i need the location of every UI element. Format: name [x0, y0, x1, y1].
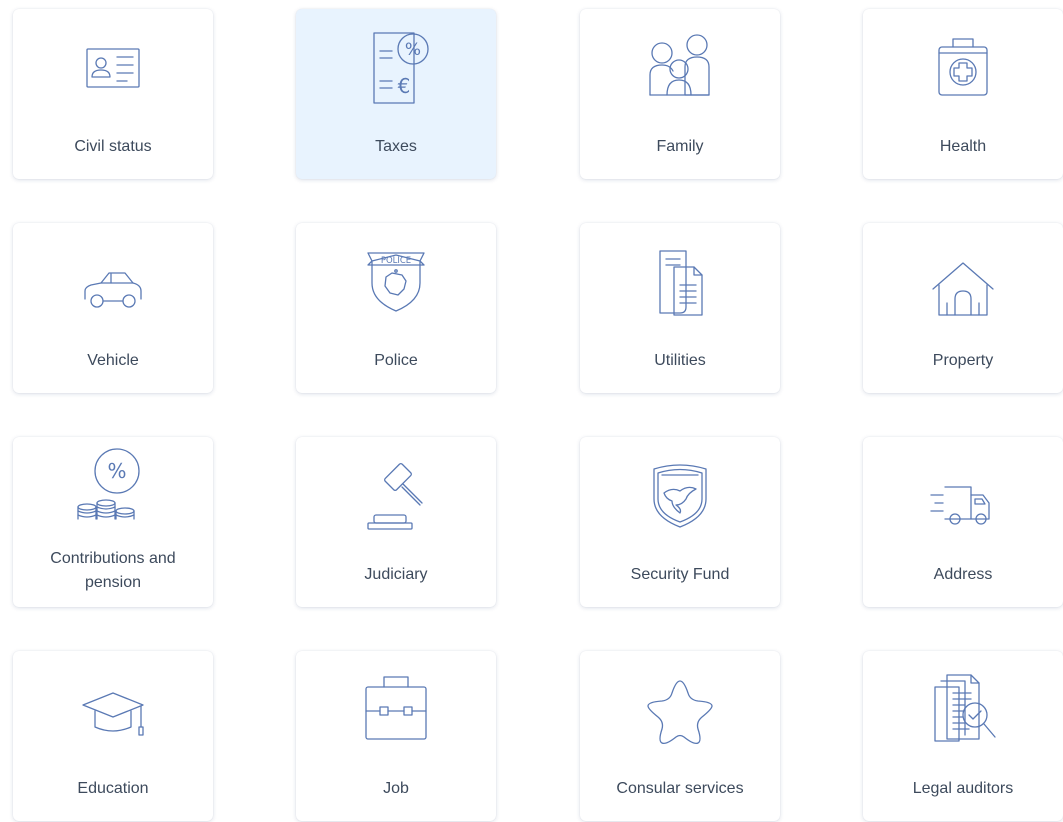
- card-label: Vehicle: [87, 352, 139, 369]
- card-security-fund[interactable]: Security Fund: [580, 437, 780, 607]
- card-label: Security Fund: [630, 566, 730, 583]
- card-legal-auditors[interactable]: Legal auditors: [863, 651, 1063, 821]
- card-label: Taxes: [375, 138, 417, 155]
- tax-document-icon: % €: [358, 31, 434, 107]
- card-label: Judiciary: [364, 566, 428, 583]
- card-property[interactable]: Property: [863, 223, 1063, 393]
- card-label: Consular services: [616, 780, 744, 797]
- card-label: Job: [383, 780, 409, 797]
- card-civil-status[interactable]: Civil status: [13, 9, 213, 179]
- card-label: Address: [933, 566, 993, 583]
- card-taxes[interactable]: % € Taxes: [296, 9, 496, 179]
- card-family[interactable]: Family: [580, 9, 780, 179]
- percent-glyph: %: [107, 459, 126, 483]
- card-police[interactable]: POLICE Police: [296, 223, 496, 393]
- card-health[interactable]: Health: [863, 9, 1063, 179]
- services-grid: Civil status % € Taxes Family Health Veh…: [0, 0, 1063, 822]
- document-search-icon: [925, 673, 1001, 749]
- briefcase-icon: [358, 673, 434, 749]
- card-contributions-pension[interactable]: % Contributions and pension: [13, 437, 213, 607]
- house-icon: [925, 245, 1001, 321]
- card-label: Family: [656, 138, 704, 155]
- card-education[interactable]: Education: [13, 651, 213, 821]
- delivery-truck-icon: [925, 459, 1001, 535]
- card-label: Property: [932, 352, 994, 369]
- graduation-cap-icon: [75, 673, 151, 749]
- star-icon: [642, 673, 718, 749]
- police-badge-icon: POLICE: [358, 245, 434, 321]
- card-label: Education: [77, 780, 149, 797]
- gavel-icon: [358, 459, 434, 535]
- card-label: Police: [374, 352, 418, 369]
- medical-kit-icon: [925, 31, 1001, 107]
- card-label: Health: [939, 138, 987, 155]
- card-label: Civil status: [74, 138, 152, 155]
- coins-percent-icon: %: [75, 447, 151, 523]
- card-address[interactable]: Address: [863, 437, 1063, 607]
- card-label: Contributions and pension: [50, 550, 176, 591]
- euro-glyph: €: [398, 74, 411, 98]
- eagle-shield-icon: [642, 459, 718, 535]
- card-consular-services[interactable]: Consular services: [580, 651, 780, 821]
- documents-icon: [642, 245, 718, 321]
- card-utilities[interactable]: Utilities: [580, 223, 780, 393]
- card-label: Utilities: [654, 352, 706, 369]
- card-label: Legal auditors: [912, 780, 1014, 797]
- percent-glyph: %: [405, 40, 421, 60]
- police-glyph: POLICE: [381, 256, 411, 266]
- card-judiciary[interactable]: Judiciary: [296, 437, 496, 607]
- card-vehicle[interactable]: Vehicle: [13, 223, 213, 393]
- id-card-icon: [75, 31, 151, 107]
- car-icon: [75, 245, 151, 321]
- family-icon: [642, 31, 718, 107]
- card-job[interactable]: Job: [296, 651, 496, 821]
